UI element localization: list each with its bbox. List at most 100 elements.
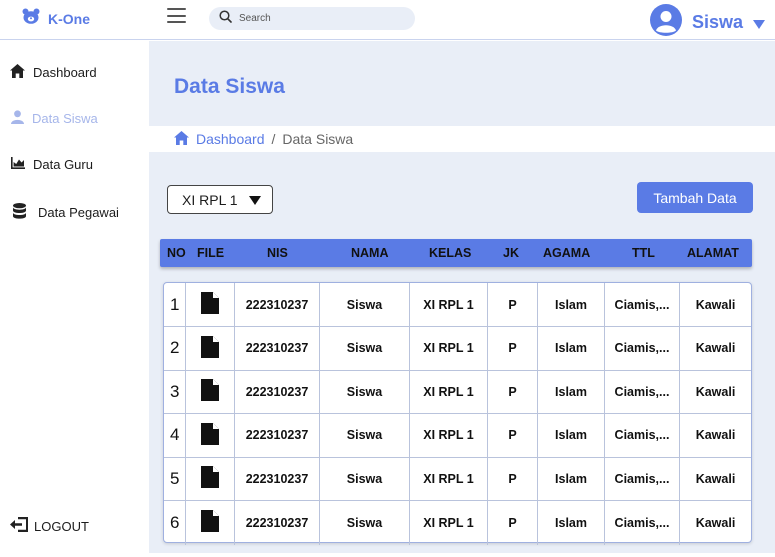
file-icon[interactable] — [201, 292, 219, 317]
main-content: Data Siswa Dashboard / Data Siswa XI RPL… — [149, 41, 775, 553]
sidebar-item-label: Data Siswa — [32, 111, 98, 126]
search-icon — [219, 9, 232, 28]
column-header-jk: JK — [503, 246, 519, 260]
sidebar-item-data-siswa[interactable]: Data Siswa — [11, 110, 98, 127]
cell-nama: Siswa — [320, 500, 410, 545]
cell-nama: Siswa — [320, 326, 410, 370]
cell-alamat: Kawali — [695, 341, 736, 355]
cell-ttl: Ciamis,... — [605, 326, 680, 370]
table-header: NO FILE NIS NAMA KELAS JK AGAMA TTL ALAM… — [160, 239, 752, 267]
cell-file — [186, 457, 235, 500]
column-header-file: FILE — [197, 246, 225, 260]
cell-agama: Islam — [538, 457, 605, 500]
file-icon[interactable] — [201, 422, 219, 448]
table-row[interactable]: 1 222310237 Siswa XI RPL 1 P Islam Ciamis,... K… — [164, 283, 751, 327]
sidebar-item-data-pegawai[interactable]: Data Pegawai — [13, 203, 119, 222]
cell-no: 5 — [164, 457, 186, 500]
column-header-nama: NAMA — [351, 246, 389, 260]
sidebar-item-label: Dashboard — [33, 65, 97, 80]
cell-kelas: XI RPL 1 — [410, 370, 488, 413]
cell-ttl: Ciamis,... — [605, 283, 680, 326]
cell-kelas: XI RPL 1 — [410, 283, 488, 326]
cell-nis: 222310237 — [235, 326, 320, 370]
cell-alamat: Kawali — [695, 297, 736, 312]
cell-alamat: Kawali — [695, 471, 736, 486]
brand[interactable]: K-One — [22, 8, 90, 29]
cell-ttl: Ciamis,... — [605, 370, 680, 413]
sidebar-item-label: Data Guru — [33, 157, 93, 172]
file-icon[interactable] — [201, 466, 219, 491]
logout-icon — [10, 517, 29, 535]
cell-file — [186, 500, 235, 545]
file-icon[interactable] — [201, 510, 219, 535]
home-icon — [10, 64, 25, 81]
cell-agama: Islam — [538, 326, 605, 370]
sidebar-item-dashboard[interactable]: Dashboard — [10, 64, 97, 81]
cell-ttl: Ciamis,... — [605, 500, 680, 545]
cell-file — [186, 283, 235, 326]
cell-alamat: Kawali — [695, 515, 736, 530]
cell-ttl: Ciamis,... — [605, 413, 680, 457]
sidebar-item-label: Data Pegawai — [38, 205, 119, 220]
cell-no: 6 — [164, 500, 186, 545]
cell-jk: P — [488, 500, 538, 545]
logout-button[interactable]: LOGOUT — [10, 517, 89, 535]
file-icon[interactable] — [201, 335, 219, 361]
table-row[interactable]: 6 222310237 Siswa XI RPL 1 P Islam Ciamis,... K… — [164, 500, 751, 545]
class-select[interactable]: XI RPL 1 — [167, 185, 273, 214]
cell-jk: P — [488, 370, 538, 413]
cell-nama: Siswa — [320, 457, 410, 500]
home-icon[interactable] — [174, 130, 189, 148]
user-icon — [11, 110, 24, 127]
cell-nis: 222310237 — [235, 457, 320, 500]
student-table: 1 222310237 Siswa XI RPL 1 P Islam Ciamis,... K… — [163, 282, 752, 545]
cell-jk: P — [488, 457, 538, 500]
breadcrumb-current: Data Siswa — [282, 131, 354, 147]
cell-no: 4 — [164, 413, 186, 457]
cell-file — [186, 370, 235, 413]
avatar-icon — [650, 4, 682, 41]
cell-nama: Siswa — [320, 283, 410, 326]
search-input[interactable] — [239, 13, 399, 24]
breadcrumb-separator: / — [271, 131, 276, 147]
sidebar-item-data-guru[interactable]: Data Guru — [11, 157, 93, 172]
cell-no: 3 — [164, 370, 186, 413]
table-row[interactable]: 2 222310237 Siswa XI RPL 1 P Islam Ciamis,... K… — [164, 326, 751, 371]
cell-agama: Islam — [538, 283, 605, 326]
breadcrumb: Dashboard / Data Siswa — [149, 126, 775, 152]
database-icon — [13, 203, 26, 222]
table-row[interactable]: 4 222310237 Siswa XI RPL 1 P Islam Ciamis,... K… — [164, 413, 751, 458]
menu-toggle-icon[interactable] — [167, 8, 186, 23]
cell-agama: Islam — [538, 500, 605, 545]
chevron-down-icon[interactable] — [753, 16, 766, 34]
user-menu[interactable]: Siswa — [650, 4, 766, 41]
table-row[interactable]: 5 222310237 Siswa XI RPL 1 P Islam Ciamis,... K… — [164, 457, 751, 501]
chart-icon — [11, 157, 25, 172]
bear-logo-icon — [22, 8, 40, 29]
search-bar — [209, 7, 415, 30]
cell-file — [186, 413, 235, 457]
brand-name: K-One — [48, 10, 90, 27]
cell-no: 2 — [164, 326, 186, 370]
cell-agama: Islam — [538, 370, 605, 413]
cell-file — [186, 326, 235, 370]
cell-jk: P — [488, 283, 538, 326]
cell-nis: 222310237 — [235, 370, 320, 413]
cell-jk: P — [488, 326, 538, 370]
cell-agama: Islam — [538, 413, 605, 457]
cell-no: 1 — [164, 283, 186, 326]
column-header-ttl: TTL — [632, 246, 655, 260]
file-icon[interactable] — [201, 379, 219, 404]
breadcrumb-dashboard-link[interactable]: Dashboard — [196, 131, 265, 147]
add-data-button[interactable]: Tambah Data — [637, 182, 753, 213]
class-select-value: XI RPL 1 — [182, 191, 238, 208]
logout-label: LOGOUT — [34, 518, 89, 534]
page-title: Data Siswa — [174, 75, 285, 98]
cell-ttl: Ciamis,... — [605, 457, 680, 500]
cell-nis: 222310237 — [235, 413, 320, 457]
top-bar: K-One Siswa — [0, 0, 775, 40]
column-header-agama: AGAMA — [543, 246, 591, 260]
table-row[interactable]: 3 222310237 Siswa XI RPL 1 P Islam Ciamis,... K… — [164, 370, 751, 414]
caret-down-icon — [249, 196, 261, 205]
cell-kelas: XI RPL 1 — [410, 326, 488, 370]
